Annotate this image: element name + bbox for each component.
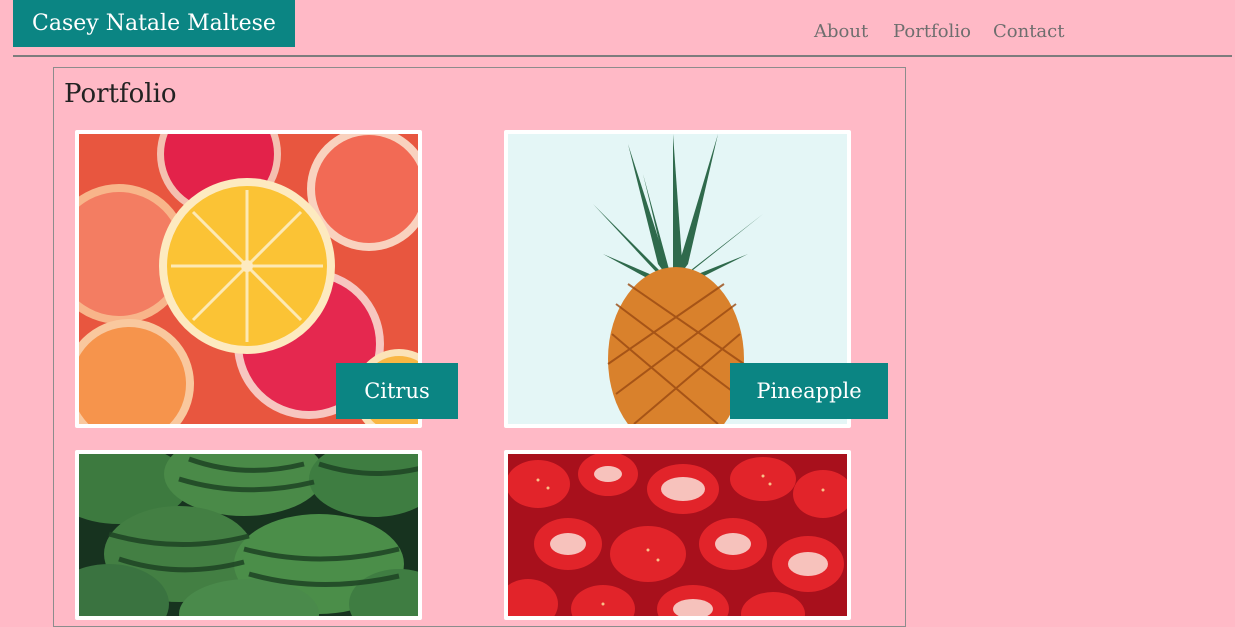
portfolio-card-citrus[interactable]: Citrus [75, 130, 458, 428]
portfolio-card-pineapple[interactable]: Pineapple [504, 130, 888, 428]
portfolio-card-strawberry[interactable] [504, 450, 851, 620]
nav-link-about[interactable]: About [814, 18, 868, 46]
nav-link-contact[interactable]: Contact [993, 18, 1064, 46]
section-title: Portfolio [64, 79, 177, 109]
header-divider [13, 55, 1232, 57]
site-header: Casey Natale Maltese About Portfolio Con… [0, 0, 1235, 60]
card-label-citrus[interactable]: Citrus [336, 363, 458, 419]
nav-link-portfolio[interactable]: Portfolio [893, 18, 971, 46]
portfolio-card-watermelon[interactable] [75, 450, 422, 620]
strawberry-image [508, 454, 847, 616]
card-label-pineapple[interactable]: Pineapple [730, 363, 888, 419]
main-nav: About Portfolio Contact [0, 18, 1235, 46]
watermelon-image [79, 454, 418, 616]
